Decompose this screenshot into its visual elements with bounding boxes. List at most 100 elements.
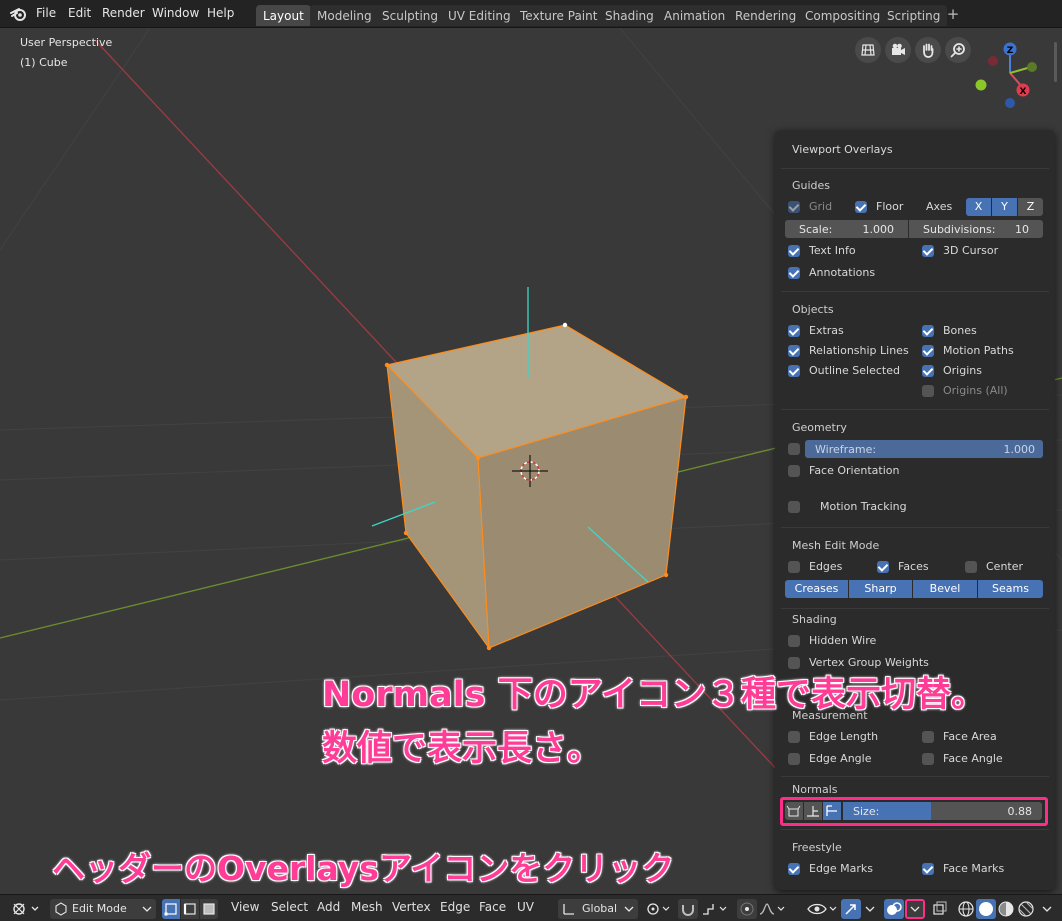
tab-uv-editing[interactable]: UV Editing xyxy=(441,5,518,26)
bevel-toggle[interactable]: Bevel xyxy=(913,580,977,598)
tab-texture-paint[interactable]: Texture Paint xyxy=(513,5,605,26)
wireframe-checkbox[interactable] xyxy=(788,443,800,455)
face-select-mode-button[interactable] xyxy=(200,899,218,919)
edges-label: Edges xyxy=(809,560,843,573)
active-object-name: (1) Cube xyxy=(20,56,68,69)
gizmo-x-label: X xyxy=(1020,87,1027,97)
tab-sculpting[interactable]: Sculpting xyxy=(375,5,446,26)
falloff-dropdown[interactable] xyxy=(758,899,788,919)
edge-length-checkbox[interactable] xyxy=(788,731,800,743)
gizmo-arrow-icon xyxy=(845,904,856,915)
gizmo-dropdown[interactable] xyxy=(862,899,878,919)
face-marks-checkbox[interactable] xyxy=(922,863,934,875)
extras-checkbox[interactable] xyxy=(788,325,800,337)
face-angle-checkbox[interactable] xyxy=(922,753,934,765)
relationship-lines-checkbox[interactable] xyxy=(788,345,800,357)
navigation-gizmo[interactable]: Z X xyxy=(965,36,1055,121)
overlays-dropdown[interactable] xyxy=(905,899,925,919)
tab-shading[interactable]: Shading xyxy=(598,5,661,26)
tab-modeling[interactable]: Modeling xyxy=(310,5,379,26)
tab-scripting[interactable]: Scripting xyxy=(880,5,948,26)
blender-logo-icon[interactable] xyxy=(9,5,27,23)
menu-edge[interactable]: Edge xyxy=(440,900,470,918)
menu-render[interactable]: Render xyxy=(102,6,145,20)
wireframe-field[interactable]: Wireframe: 1.000 xyxy=(805,440,1043,458)
axis-x-toggle[interactable]: X xyxy=(966,198,991,216)
pivot-point-dropdown[interactable] xyxy=(644,899,672,919)
proportional-edit-icon xyxy=(740,902,754,916)
mode-label: Edit Mode xyxy=(72,902,127,915)
menu-file[interactable]: File xyxy=(36,6,56,20)
menu-select[interactable]: Select xyxy=(271,900,308,918)
text-info-checkbox[interactable] xyxy=(788,245,800,257)
grid-scale-value: 1.000 xyxy=(862,223,895,236)
tab-layout[interactable]: Layout xyxy=(256,5,311,26)
outline-selected-checkbox[interactable] xyxy=(788,365,800,377)
xray-toggle[interactable] xyxy=(930,899,950,919)
shading-solid-button[interactable] xyxy=(976,899,996,919)
bones-label: Bones xyxy=(943,324,977,337)
face-area-checkbox[interactable] xyxy=(922,731,934,743)
menu-mesh[interactable]: Mesh xyxy=(351,900,383,918)
grid-checkbox[interactable] xyxy=(788,201,800,213)
3d-cursor-checkbox[interactable] xyxy=(922,245,934,257)
grid-subdivisions-field[interactable]: Subdivisions: 10 xyxy=(909,220,1043,238)
motion-tracking-checkbox[interactable] xyxy=(788,501,800,513)
axis-z-toggle[interactable]: Z xyxy=(1018,198,1043,216)
add-workspace-button[interactable]: + xyxy=(944,6,962,24)
creases-toggle[interactable]: Creases xyxy=(785,580,848,598)
visibility-dropdown[interactable] xyxy=(806,899,840,919)
bones-checkbox[interactable] xyxy=(922,325,934,337)
menu-help[interactable]: Help xyxy=(207,6,234,20)
motion-paths-checkbox[interactable] xyxy=(922,345,934,357)
menu-window[interactable]: Window xyxy=(152,6,199,20)
origins-checkbox[interactable] xyxy=(922,365,934,377)
shading-rendered-button[interactable] xyxy=(1016,899,1036,919)
divider xyxy=(781,291,1049,292)
snap-target-dropdown[interactable] xyxy=(700,899,730,919)
tab-compositing[interactable]: Compositing xyxy=(798,5,888,26)
faces-checkbox[interactable] xyxy=(877,561,889,573)
toggle-perspective-button[interactable] xyxy=(855,37,881,63)
seams-toggle[interactable]: Seams xyxy=(978,580,1043,598)
hidden-wire-checkbox[interactable] xyxy=(788,635,800,647)
relationship-lines-label: Relationship Lines xyxy=(809,344,909,357)
viewport-scrollbar[interactable] xyxy=(1054,42,1057,82)
snap-toggle[interactable] xyxy=(678,899,698,919)
menu-view[interactable]: View xyxy=(231,900,259,918)
shading-options-dropdown[interactable] xyxy=(1038,899,1056,919)
face-orientation-checkbox[interactable] xyxy=(788,465,800,477)
floor-checkbox[interactable] xyxy=(855,201,867,213)
edge-select-mode-button[interactable] xyxy=(181,899,199,919)
menu-face[interactable]: Face xyxy=(479,900,506,918)
pan-view-button[interactable] xyxy=(915,37,941,63)
overlays-toggle[interactable] xyxy=(884,899,904,919)
edges-checkbox[interactable] xyxy=(788,561,800,573)
axis-y-toggle[interactable]: Y xyxy=(992,198,1017,216)
origins-all-checkbox[interactable] xyxy=(922,385,934,397)
menu-edit[interactable]: Edit xyxy=(68,6,91,20)
menu-uv[interactable]: UV xyxy=(517,900,534,918)
shading-wireframe-button[interactable] xyxy=(955,899,977,919)
annotations-checkbox[interactable] xyxy=(788,267,800,279)
center-checkbox[interactable] xyxy=(965,561,977,573)
menu-vertex[interactable]: Vertex xyxy=(392,900,431,918)
edge-marks-checkbox[interactable] xyxy=(788,863,800,875)
tab-animation[interactable]: Animation xyxy=(657,5,733,26)
shading-material-button[interactable] xyxy=(996,899,1016,919)
proportional-editing-toggle[interactable] xyxy=(737,899,757,919)
cube-mesh[interactable] xyxy=(384,322,689,651)
edit-mode-icon xyxy=(55,902,67,916)
menu-add[interactable]: Add xyxy=(317,900,340,918)
sharp-toggle[interactable]: Sharp xyxy=(849,580,912,598)
vertex-select-mode-button[interactable] xyxy=(162,899,180,919)
mode-dropdown[interactable]: Edit Mode xyxy=(50,899,156,919)
edge-angle-checkbox[interactable] xyxy=(788,753,800,765)
editor-type-button[interactable] xyxy=(8,899,42,919)
overlays-icon xyxy=(887,902,902,915)
tab-rendering[interactable]: Rendering xyxy=(728,5,804,26)
camera-view-button[interactable] xyxy=(885,37,911,63)
transform-orientation-dropdown[interactable]: Global xyxy=(558,899,638,919)
grid-scale-field[interactable]: Scale: 1.000 xyxy=(785,220,908,238)
gizmo-toggle[interactable] xyxy=(841,899,861,919)
